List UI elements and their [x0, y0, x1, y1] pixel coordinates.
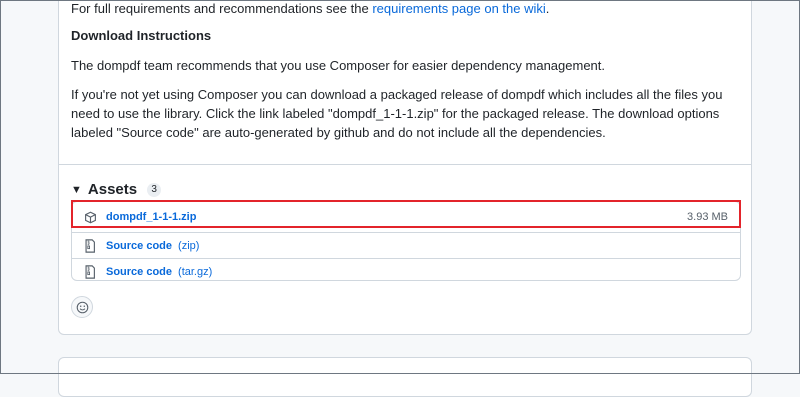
smiley-icon [76, 301, 88, 313]
asset-row-source-zip[interactable]: Source code (zip) [72, 232, 740, 259]
asset-ext: (tar.gz) [178, 265, 213, 278]
file-zip-icon [84, 239, 98, 253]
triangle-down-icon: ▼ [71, 183, 82, 196]
asset-link-source-code[interactable]: Source code [106, 266, 172, 278]
asset-row-zip-package[interactable]: dompdf_1-1-1.zip 3.93 MB [72, 205, 740, 229]
asset-link-dompdf-zip[interactable]: dompdf_1-1-1.zip [106, 211, 196, 223]
assets-list: dompdf_1-1-1.zip 3.93 MB Source code (zi… [71, 200, 741, 284]
packaged-release-paragraph: If you're not yet using Composer you can… [71, 87, 723, 140]
asset-ext: (zip) [178, 240, 200, 252]
download-instructions-heading: Download Instructions [71, 28, 212, 43]
requirements-text: For full requirements and recommendation… [71, 1, 373, 16]
asset-link-source-code[interactable]: Source code [106, 240, 172, 252]
asset-size: 3.93 MB [687, 211, 728, 223]
file-zip-icon [84, 264, 98, 279]
add-reaction-button[interactable] [71, 296, 93, 318]
composer-paragraph: The dompdf team recommends that you use … [71, 58, 606, 73]
requirements-line: For full requirements and recommendation… [71, 0, 549, 18]
assets-count-badge: 3 [147, 182, 162, 197]
next-release-card [58, 357, 752, 397]
asset-row-source-targz[interactable]: Source code (tar.gz) [72, 258, 740, 284]
requirements-suffix: . [545, 1, 550, 16]
assets-title: Assets [87, 181, 138, 198]
section-divider [59, 164, 751, 165]
assets-toggle[interactable]: ▼ Assets 3 [71, 181, 162, 198]
package-icon [84, 210, 98, 224]
requirements-link[interactable]: requirements page on the wiki [372, 1, 545, 16]
release-card: For full requirements and recommendation… [58, 0, 752, 335]
